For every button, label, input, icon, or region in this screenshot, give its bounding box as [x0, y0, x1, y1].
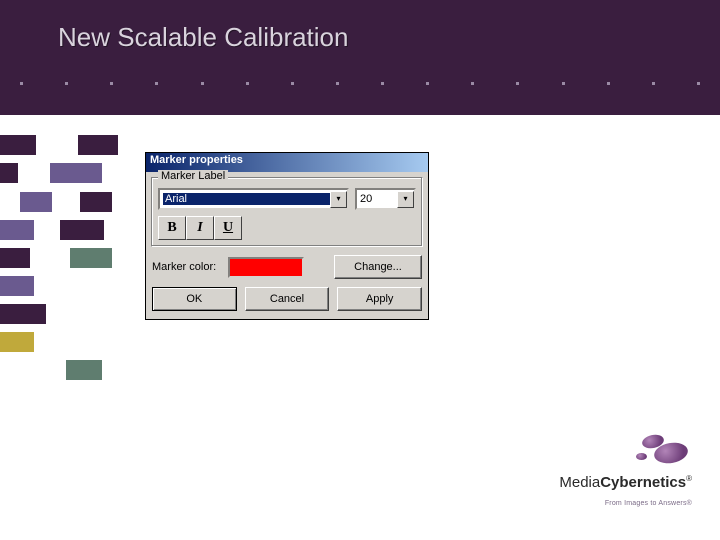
decorative-block	[0, 135, 36, 155]
chevron-down-icon[interactable]: ▾	[397, 191, 414, 208]
decorative-block	[20, 192, 52, 212]
decorative-block	[80, 192, 112, 212]
logo-name-prefix: Media	[559, 474, 600, 491]
decorative-block	[66, 360, 102, 380]
font-size-value: 20	[360, 193, 372, 205]
decorative-block	[0, 163, 18, 183]
decorative-dots	[20, 82, 700, 86]
marker-color-label: Marker color:	[152, 261, 222, 273]
decorative-block	[0, 332, 34, 352]
decorative-block	[0, 220, 34, 240]
apply-button[interactable]: Apply	[337, 287, 422, 311]
decorative-block	[50, 163, 102, 183]
bold-button[interactable]: B	[158, 216, 186, 240]
decorative-block	[60, 220, 104, 240]
decorative-block	[0, 276, 34, 296]
logo-mark-icon	[636, 433, 692, 467]
decorative-block	[70, 248, 112, 268]
chevron-down-icon[interactable]: ▾	[330, 191, 347, 208]
underline-button[interactable]: U	[214, 216, 242, 240]
decorative-block	[78, 135, 118, 155]
marker-properties-dialog: Marker properties Marker Label Arial ▾ 2…	[145, 152, 429, 320]
brand-logo: MediaCybernetics® From Images to Answers…	[559, 433, 692, 510]
ok-button[interactable]: OK	[152, 287, 237, 311]
italic-button[interactable]: I	[186, 216, 214, 240]
font-size-combo[interactable]: 20 ▾	[355, 188, 416, 210]
logo-tagline: From Images to Answers®	[605, 500, 692, 507]
group-legend: Marker Label	[158, 170, 228, 182]
decorative-block	[0, 248, 30, 268]
font-name-value: Arial	[163, 193, 330, 205]
logo-name-bold: Cybernetics	[600, 474, 686, 491]
registered-icon: ®	[686, 474, 692, 483]
decorative-block	[0, 304, 46, 324]
marker-color-swatch[interactable]	[228, 257, 304, 278]
font-name-combo[interactable]: Arial ▾	[158, 188, 349, 210]
slide-header: New Scalable Calibration	[0, 0, 720, 115]
change-button[interactable]: Change...	[334, 255, 422, 279]
marker-label-group: Marker Label Arial ▾ 20 ▾ B I U	[151, 177, 423, 247]
slide-title: New Scalable Calibration	[58, 22, 348, 53]
cancel-button[interactable]: Cancel	[245, 287, 330, 311]
logo-name: MediaCybernetics®	[559, 474, 692, 491]
